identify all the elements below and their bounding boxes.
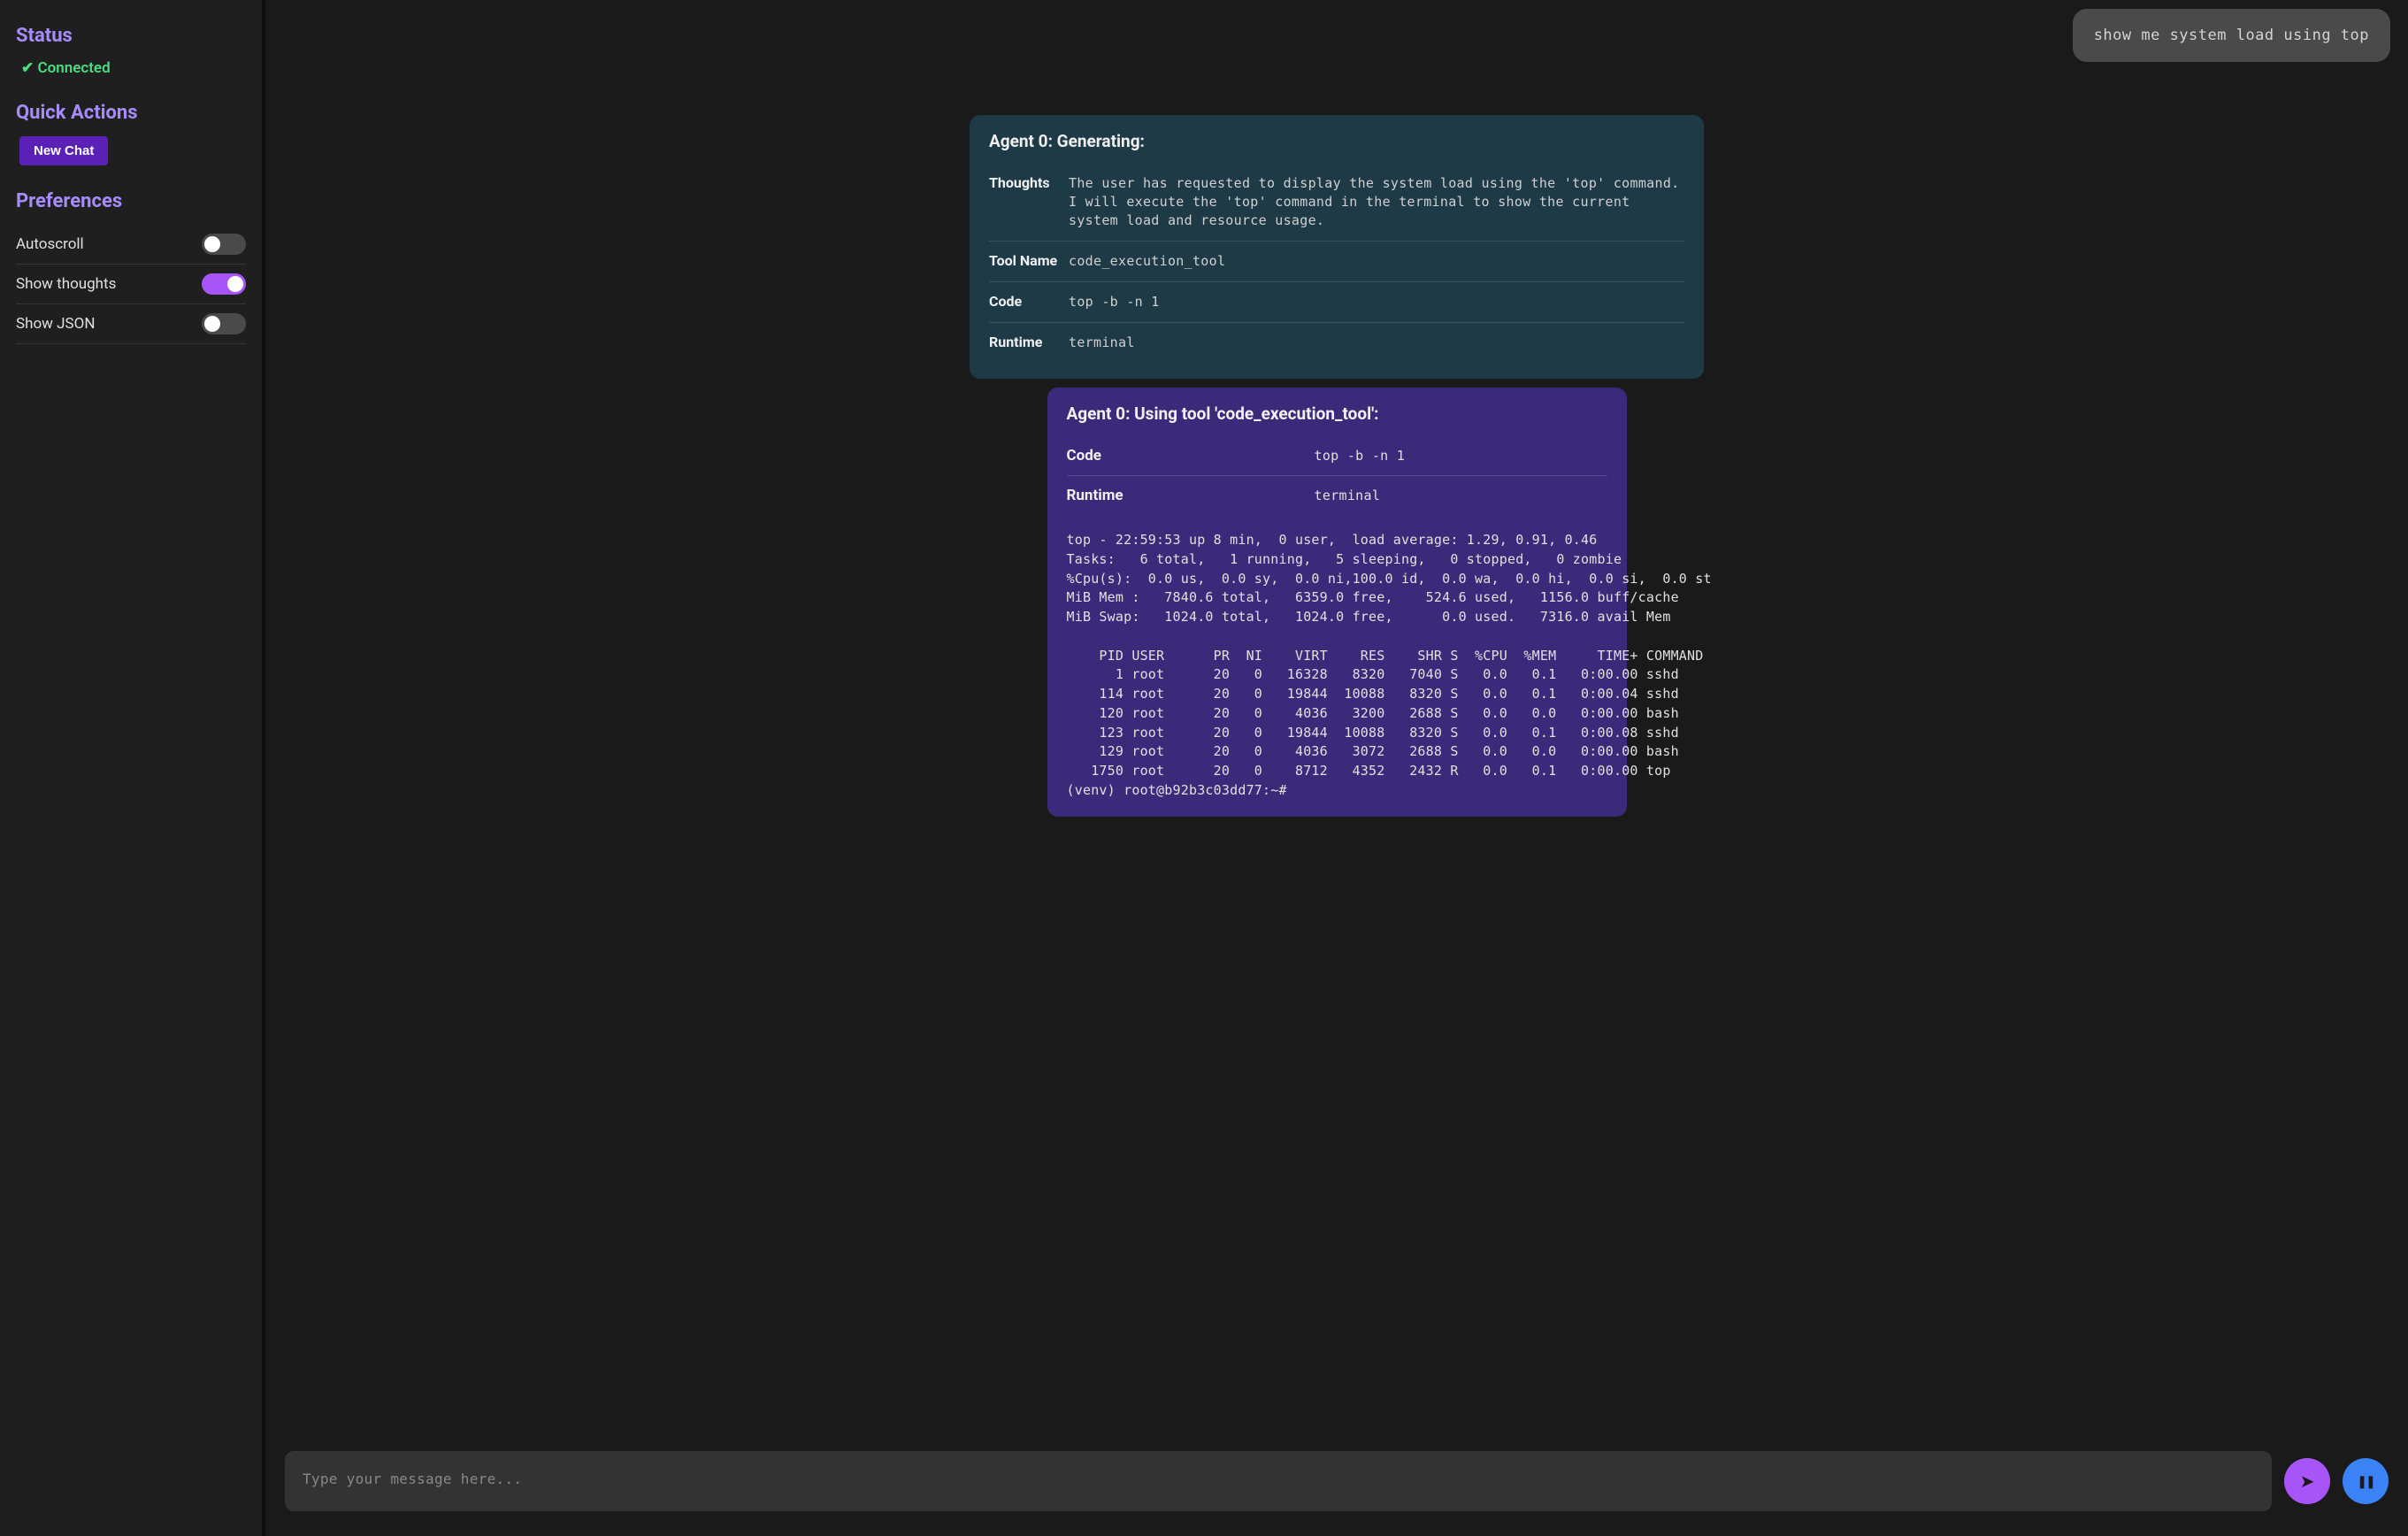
- tool-name-label: Tool Name: [989, 252, 1069, 269]
- show-thoughts-toggle[interactable]: [202, 273, 246, 295]
- pref-label: Show JSON: [16, 315, 95, 333]
- runtime-label: Runtime: [989, 334, 1069, 350]
- runtime-value: terminal: [1069, 334, 1135, 352]
- pref-show-json: Show JSON: [16, 304, 246, 344]
- tool-code-value: top -b -n 1: [1315, 448, 1406, 464]
- code-label: Code: [989, 293, 1069, 310]
- tool-name-row: Tool Name code_execution_tool: [989, 241, 1684, 281]
- send-icon: ➤: [2300, 1471, 2315, 1493]
- code-value: top -b -n 1: [1069, 293, 1160, 311]
- input-bar: ➤ ❚❚: [265, 1435, 2408, 1536]
- pause-button[interactable]: ❚❚: [2343, 1458, 2389, 1504]
- preferences-heading: Preferences: [16, 190, 246, 212]
- pref-autoscroll: Autoscroll: [16, 225, 246, 265]
- pref-label: Show thoughts: [16, 275, 116, 293]
- autoscroll-toggle[interactable]: [202, 234, 246, 255]
- chat-area: show me system load using top Agent 0: G…: [265, 0, 2408, 1435]
- user-message: show me system load using top: [2073, 9, 2390, 62]
- tool-execution-card: Agent 0: Using tool 'code_execution_tool…: [1047, 388, 1627, 817]
- status-heading: Status: [16, 25, 246, 47]
- thoughts-row: Thoughts The user has requested to displ…: [989, 164, 1684, 241]
- thoughts-value: The user has requested to display the sy…: [1069, 174, 1684, 230]
- tool-code-row: Code top -b -n 1: [1067, 436, 1607, 475]
- tool-name-value: code_execution_tool: [1069, 252, 1225, 271]
- connection-status: ✔ Connected: [16, 59, 246, 77]
- send-button[interactable]: ➤: [2284, 1458, 2330, 1504]
- main-content: show me system load using top Agent 0: G…: [265, 0, 2408, 1536]
- tool-runtime-label: Runtime: [1067, 487, 1315, 504]
- tool-runtime-value: terminal: [1315, 488, 1381, 503]
- runtime-row: Runtime terminal: [989, 322, 1684, 363]
- message-input[interactable]: [285, 1451, 2272, 1511]
- tool-code-label: Code: [1067, 447, 1315, 465]
- pref-show-thoughts: Show thoughts: [16, 265, 246, 304]
- tool-output: top - 22:59:53 up 8 min, 0 user, load av…: [1067, 531, 1607, 801]
- pause-icon: ❚❚: [2357, 1474, 2373, 1489]
- new-chat-button[interactable]: New Chat: [19, 136, 108, 165]
- tool-card-title: Agent 0: Using tool 'code_execution_tool…: [1067, 403, 1607, 424]
- pref-label: Autoscroll: [16, 235, 84, 253]
- agent-generating-card: Agent 0: Generating: Thoughts The user h…: [970, 115, 1704, 379]
- show-json-toggle[interactable]: [202, 313, 246, 334]
- thoughts-label: Thoughts: [989, 174, 1069, 191]
- code-row: Code top -b -n 1: [989, 281, 1684, 322]
- agent-card-title: Agent 0: Generating:: [989, 131, 1684, 151]
- tool-runtime-row: Runtime terminal: [1067, 475, 1607, 515]
- sidebar: Status ✔ Connected Quick Actions New Cha…: [0, 0, 265, 1536]
- quick-actions-heading: Quick Actions: [16, 102, 246, 124]
